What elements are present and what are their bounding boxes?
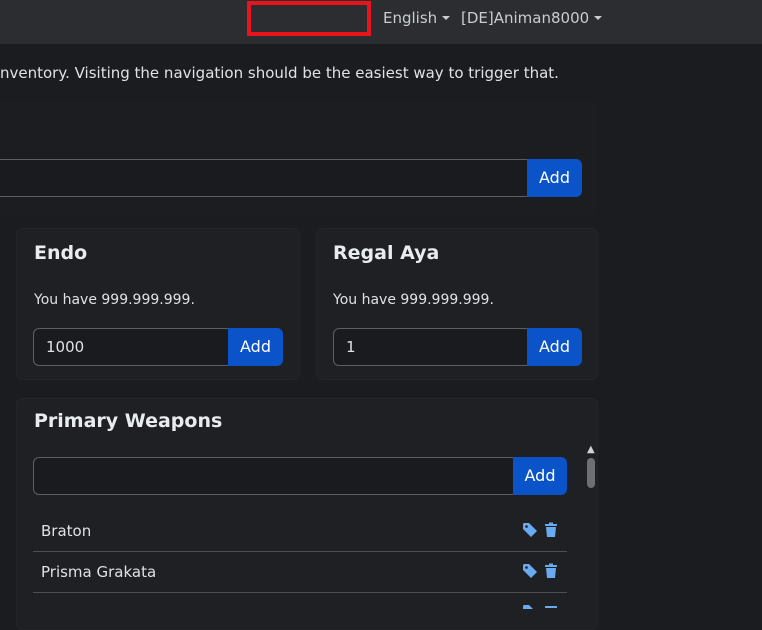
top-add-button[interactable]: Add — [527, 159, 582, 197]
tag-icon[interactable] — [522, 563, 538, 579]
caret-down-icon — [442, 16, 451, 20]
intro-text: nventory. Visiting the navigation should… — [0, 64, 559, 82]
list-item — [33, 593, 567, 609]
redacted-region — [247, 1, 371, 36]
add-items-panel — [0, 100, 598, 216]
trash-icon[interactable] — [543, 563, 559, 579]
top-add-input[interactable] — [0, 159, 527, 197]
list-item: Braton — [33, 511, 567, 552]
regal-aya-amount-text: You have 999.999.999. — [333, 292, 494, 308]
regal-aya-title: Regal Aya — [333, 242, 440, 264]
list-scrollbar[interactable]: ▲ — [584, 444, 598, 609]
endo-title: Endo — [34, 242, 88, 264]
top-navbar: English [DE]Animan8000 — [0, 0, 762, 44]
regal-aya-input[interactable] — [333, 328, 528, 366]
caret-down-icon — [594, 16, 603, 20]
account-label: [DE]Animan8000 — [461, 9, 590, 27]
tag-icon[interactable] — [522, 604, 538, 609]
primary-weapons-add-button[interactable]: Add — [513, 457, 567, 495]
endo-add-button[interactable]: Add — [228, 328, 283, 366]
language-label: English — [383, 9, 438, 27]
trash-icon[interactable] — [543, 522, 559, 538]
endo-amount-text: You have 999.999.999. — [34, 292, 195, 308]
weapon-name: Prisma Grakata — [41, 563, 157, 581]
tag-icon[interactable] — [522, 522, 538, 538]
scroll-up-icon[interactable]: ▲ — [587, 444, 595, 455]
primary-weapons-input[interactable] — [33, 457, 513, 495]
weapon-name: Braton — [41, 522, 92, 540]
list-item: Prisma Grakata — [33, 552, 567, 593]
endo-input[interactable] — [33, 328, 228, 366]
scrollbar-thumb[interactable] — [587, 458, 595, 488]
trash-icon[interactable] — [543, 604, 559, 609]
language-dropdown[interactable]: English — [383, 9, 451, 27]
primary-weapons-title: Primary Weapons — [34, 410, 223, 432]
account-dropdown[interactable]: [DE]Animan8000 — [461, 9, 603, 27]
regal-aya-add-button[interactable]: Add — [527, 328, 582, 366]
